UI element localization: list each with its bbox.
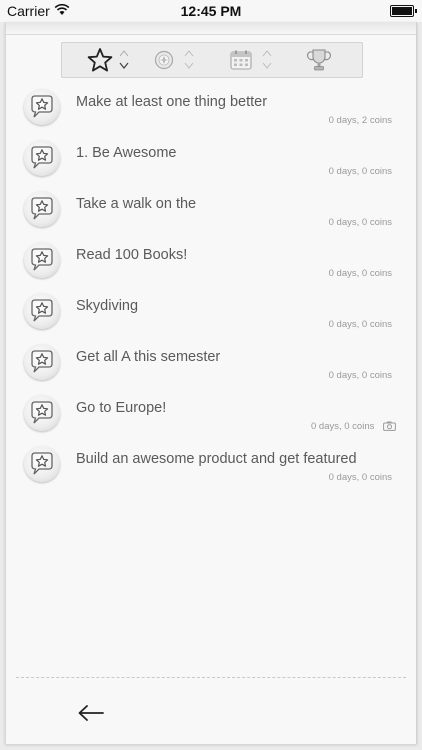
trophy-icon (307, 48, 331, 77)
sort-arrows-icon (262, 49, 272, 73)
goal-meta: 0 days, 0 coins (310, 421, 375, 432)
goal-title: Take a walk on the (76, 196, 197, 212)
goal-meta: 0 days, 0 coins (328, 268, 392, 279)
sort-arrows-icon (119, 49, 129, 73)
goal-star-bubble-icon (24, 293, 60, 329)
arrow-left-icon (76, 705, 106, 728)
goal-title: Make at least one thing better (76, 94, 268, 110)
goal-meta: 0 days, 0 coins (328, 166, 392, 177)
sort-by-trophy[interactable] (307, 43, 337, 77)
goal-meta: 0 days, 0 coins (328, 472, 392, 483)
goal-list: Make at least one thing better 0 days, 2… (6, 84, 416, 492)
goal-star-bubble-icon (24, 89, 60, 125)
sort-by-star[interactable] (87, 43, 137, 77)
goal-row[interactable]: Go to Europe! 0 days, 0 coins (6, 390, 416, 441)
star-icon (87, 47, 113, 78)
goal-title: 1. Be Awesome (76, 145, 177, 161)
goal-title: Read 100 Books! (76, 247, 188, 263)
goal-title: Skydiving (76, 298, 139, 314)
goal-meta: 0 days, 0 coins (328, 217, 392, 228)
goal-star-bubble-icon (24, 242, 60, 278)
paper-sheet: Make at least one thing better 0 days, 2… (5, 22, 417, 744)
paper-binding (6, 22, 416, 35)
goal-row[interactable]: Take a walk on the 0 days, 0 coins (6, 186, 416, 237)
goal-title: Build an awesome product and get feature… (76, 451, 357, 467)
goal-row[interactable]: Build an awesome product and get feature… (6, 441, 416, 492)
goal-star-bubble-icon (24, 140, 60, 176)
goal-row[interactable]: Read 100 Books! 0 days, 0 coins (6, 237, 416, 288)
goal-row[interactable]: 1. Be Awesome 0 days, 0 coins (6, 135, 416, 186)
goal-meta: 0 days, 2 coins (328, 115, 392, 126)
sort-bar (61, 42, 363, 78)
sort-arrows-icon (184, 49, 194, 73)
goal-star-bubble-icon (24, 344, 60, 380)
calendar-icon (230, 50, 252, 75)
goal-row[interactable]: Skydiving 0 days, 0 coins (6, 288, 416, 339)
status-time: 12:45 PM (180, 3, 242, 19)
sort-by-compass[interactable] (154, 43, 204, 77)
status-bar: Carrier 12:45 PM (0, 0, 422, 22)
goal-row[interactable]: Get all A this semester 0 days, 0 coins (6, 339, 416, 390)
goal-star-bubble-icon (24, 191, 60, 227)
goal-row[interactable]: Make at least one thing better 0 days, 2… (6, 84, 416, 135)
battery-icon (390, 5, 417, 17)
goal-meta: 0 days, 0 coins (328, 370, 392, 381)
divider (16, 677, 406, 678)
back-button[interactable] (76, 702, 106, 724)
goal-meta-row: 0 days, 0 coins (311, 421, 396, 434)
goal-star-bubble-icon (24, 446, 60, 482)
goal-star-bubble-icon (24, 395, 60, 431)
goal-title: Go to Europe! (76, 400, 167, 416)
sort-by-calendar[interactable] (230, 43, 280, 77)
goal-meta: 0 days, 0 coins (328, 319, 392, 330)
camera-icon (383, 421, 396, 434)
compass-icon (154, 50, 174, 75)
goal-title: Get all A this semester (76, 349, 221, 365)
